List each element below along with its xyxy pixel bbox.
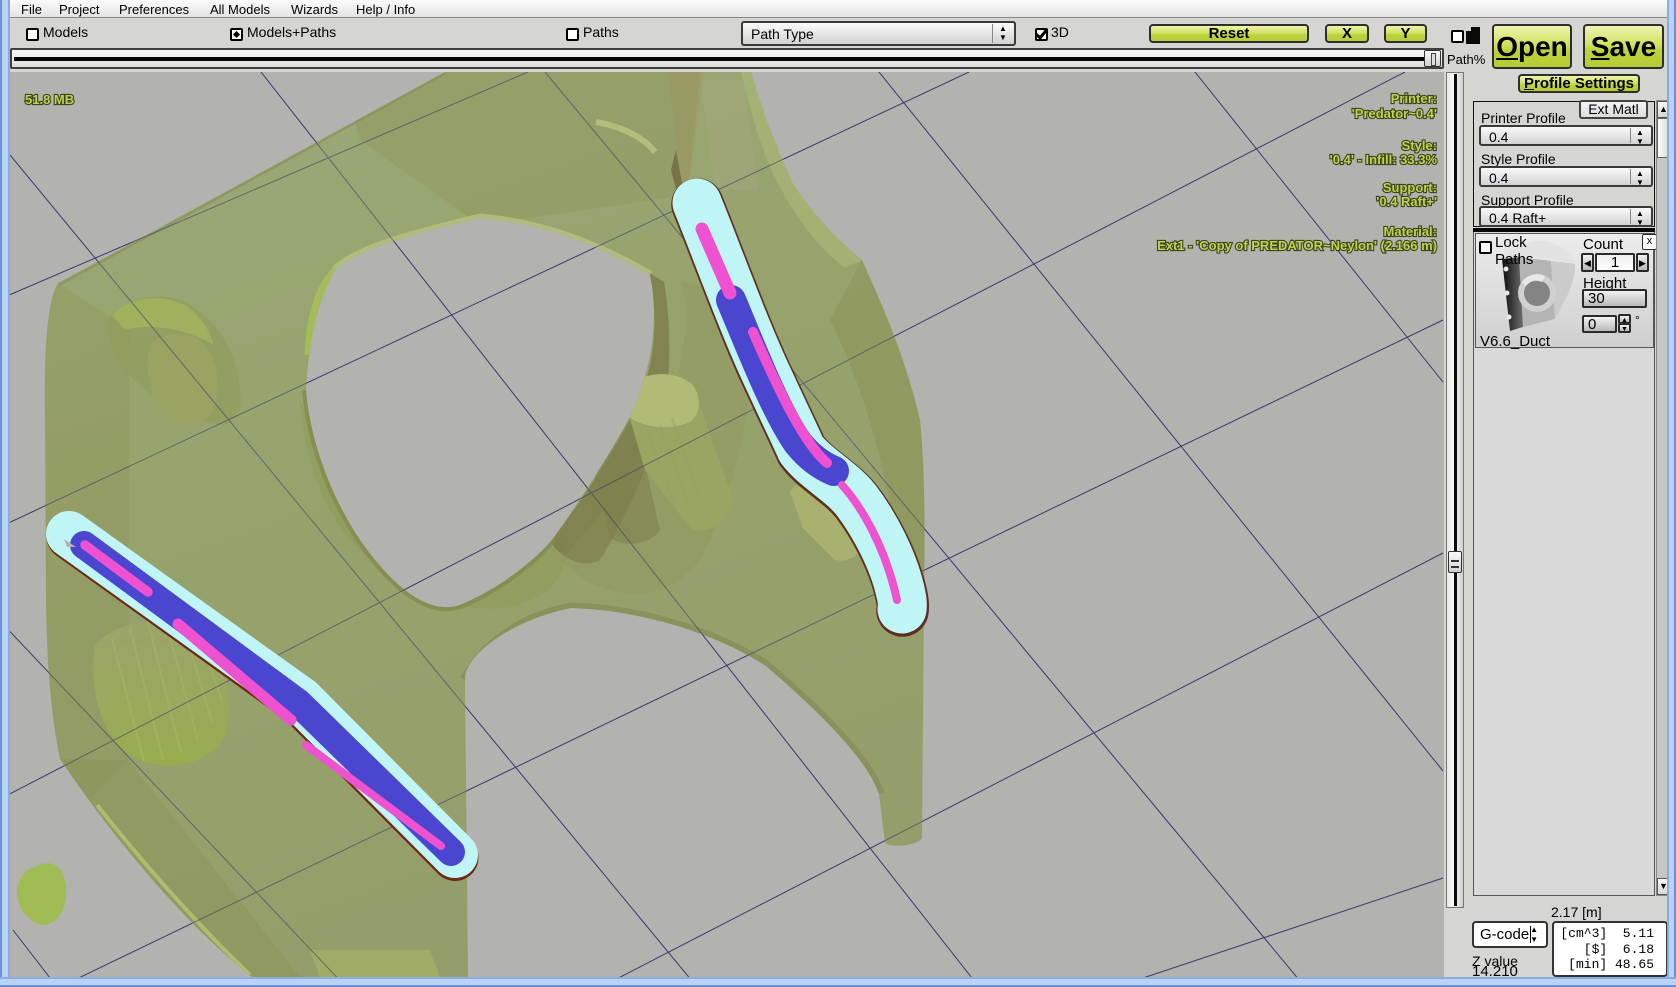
svg-text:Printer:: Printer: <box>1391 91 1437 106</box>
svg-text:'0.4' - Infill: 33.3%: '0.4' - Infill: 33.3% <box>1330 152 1438 167</box>
svg-text:Ext1 - 'Copy of PREDATOR~Neylo: Ext1 - 'Copy of PREDATOR~Neylon' (2.166 … <box>1157 238 1437 253</box>
svg-text:'Predator~0.4': 'Predator~0.4' <box>1352 106 1437 121</box>
svg-text:Support:: Support: <box>1383 180 1437 195</box>
svg-text:Material:: Material: <box>1384 224 1437 239</box>
svg-text:51.8 MB: 51.8 MB <box>25 92 74 107</box>
svg-text:'0.4 Raft+': '0.4 Raft+' <box>1376 194 1437 209</box>
svg-text:Style:: Style: <box>1402 138 1437 153</box>
